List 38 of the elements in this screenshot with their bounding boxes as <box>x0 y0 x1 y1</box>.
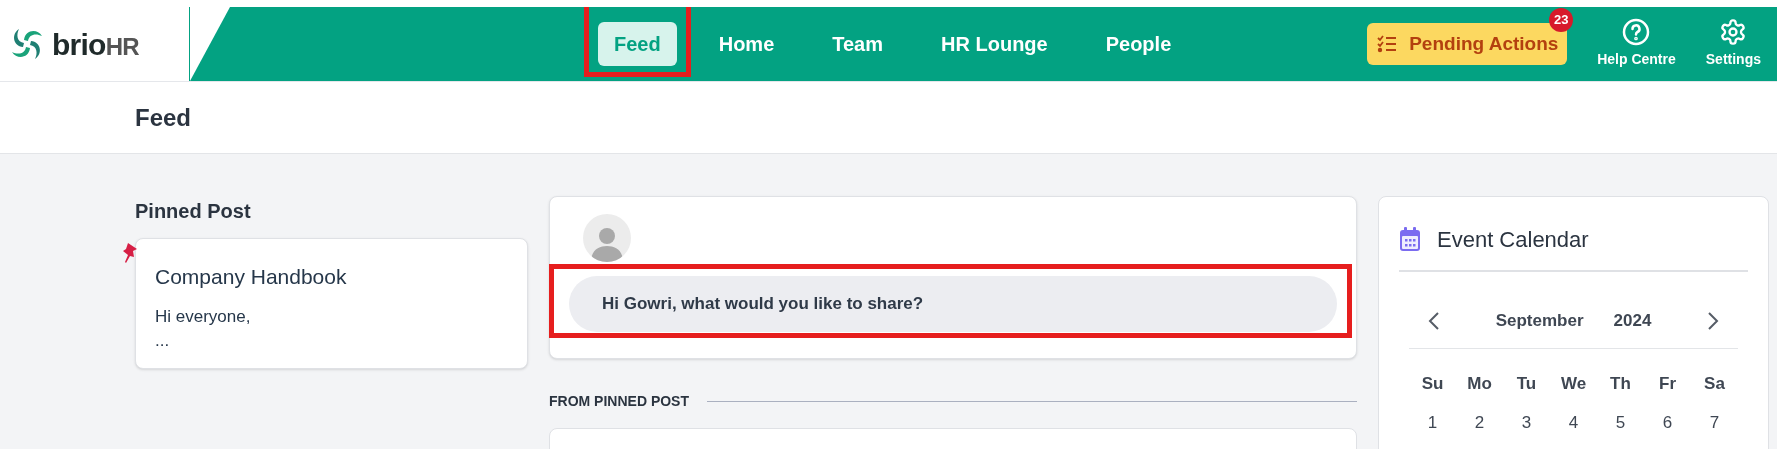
next-month-button[interactable] <box>1706 310 1720 331</box>
chevron-left-icon <box>1427 310 1441 331</box>
chevron-right-icon <box>1706 310 1720 331</box>
post-excerpt: Hi everyone, <box>155 305 252 328</box>
post-title: Company Handbook <box>155 264 348 290</box>
pending-actions-button[interactable]: Pending Actions <box>1367 23 1568 65</box>
calendar-day[interactable]: 4 <box>1550 410 1597 436</box>
brand-name: brioHR <box>52 26 139 63</box>
weekday-label: Fr <box>1658 372 1677 395</box>
calendar-day[interactable]: 1 <box>1409 410 1456 436</box>
post-excerpt: ... <box>155 329 171 352</box>
weekday-label: Th <box>1609 372 1632 395</box>
logo-icon <box>10 27 44 61</box>
weekday-label: Mo <box>1466 372 1493 395</box>
year-label[interactable]: 2024 <box>1613 308 1652 334</box>
card-title: Event Calendar <box>1437 226 1589 254</box>
page-title: Feed <box>135 102 191 133</box>
settings-icon <box>1719 18 1748 46</box>
month-label[interactable]: September <box>1495 308 1584 334</box>
post-input[interactable]: Hi Gowri, what would you like to share? <box>569 276 1337 332</box>
count-badge: 23 <box>1549 8 1574 32</box>
avatar-icon <box>583 214 631 262</box>
help-icon <box>1622 18 1651 46</box>
calendar-day[interactable]: 6 <box>1644 410 1691 436</box>
calendar-icon <box>1399 227 1421 252</box>
section-heading: FROM PINNED POST <box>549 392 689 411</box>
section-title: Pinned Post <box>135 199 252 224</box>
previous-month-button[interactable] <box>1427 310 1441 331</box>
calendar-day[interactable]: 2 <box>1456 410 1503 436</box>
weekday-label: Sa <box>1703 372 1726 395</box>
weekday-label: Su <box>1420 372 1445 395</box>
calendar-day[interactable]: 5 <box>1597 410 1644 436</box>
checklist-icon <box>1377 35 1398 53</box>
weekday-label: We <box>1559 372 1588 395</box>
pinned-post-card[interactable]: Company Handbook Hi everyone, ... <box>135 238 528 369</box>
calendar-day[interactable]: 3 <box>1503 410 1550 436</box>
calendar-day[interactable]: 7 <box>1691 410 1738 436</box>
weekday-label: Tu <box>1515 372 1538 395</box>
